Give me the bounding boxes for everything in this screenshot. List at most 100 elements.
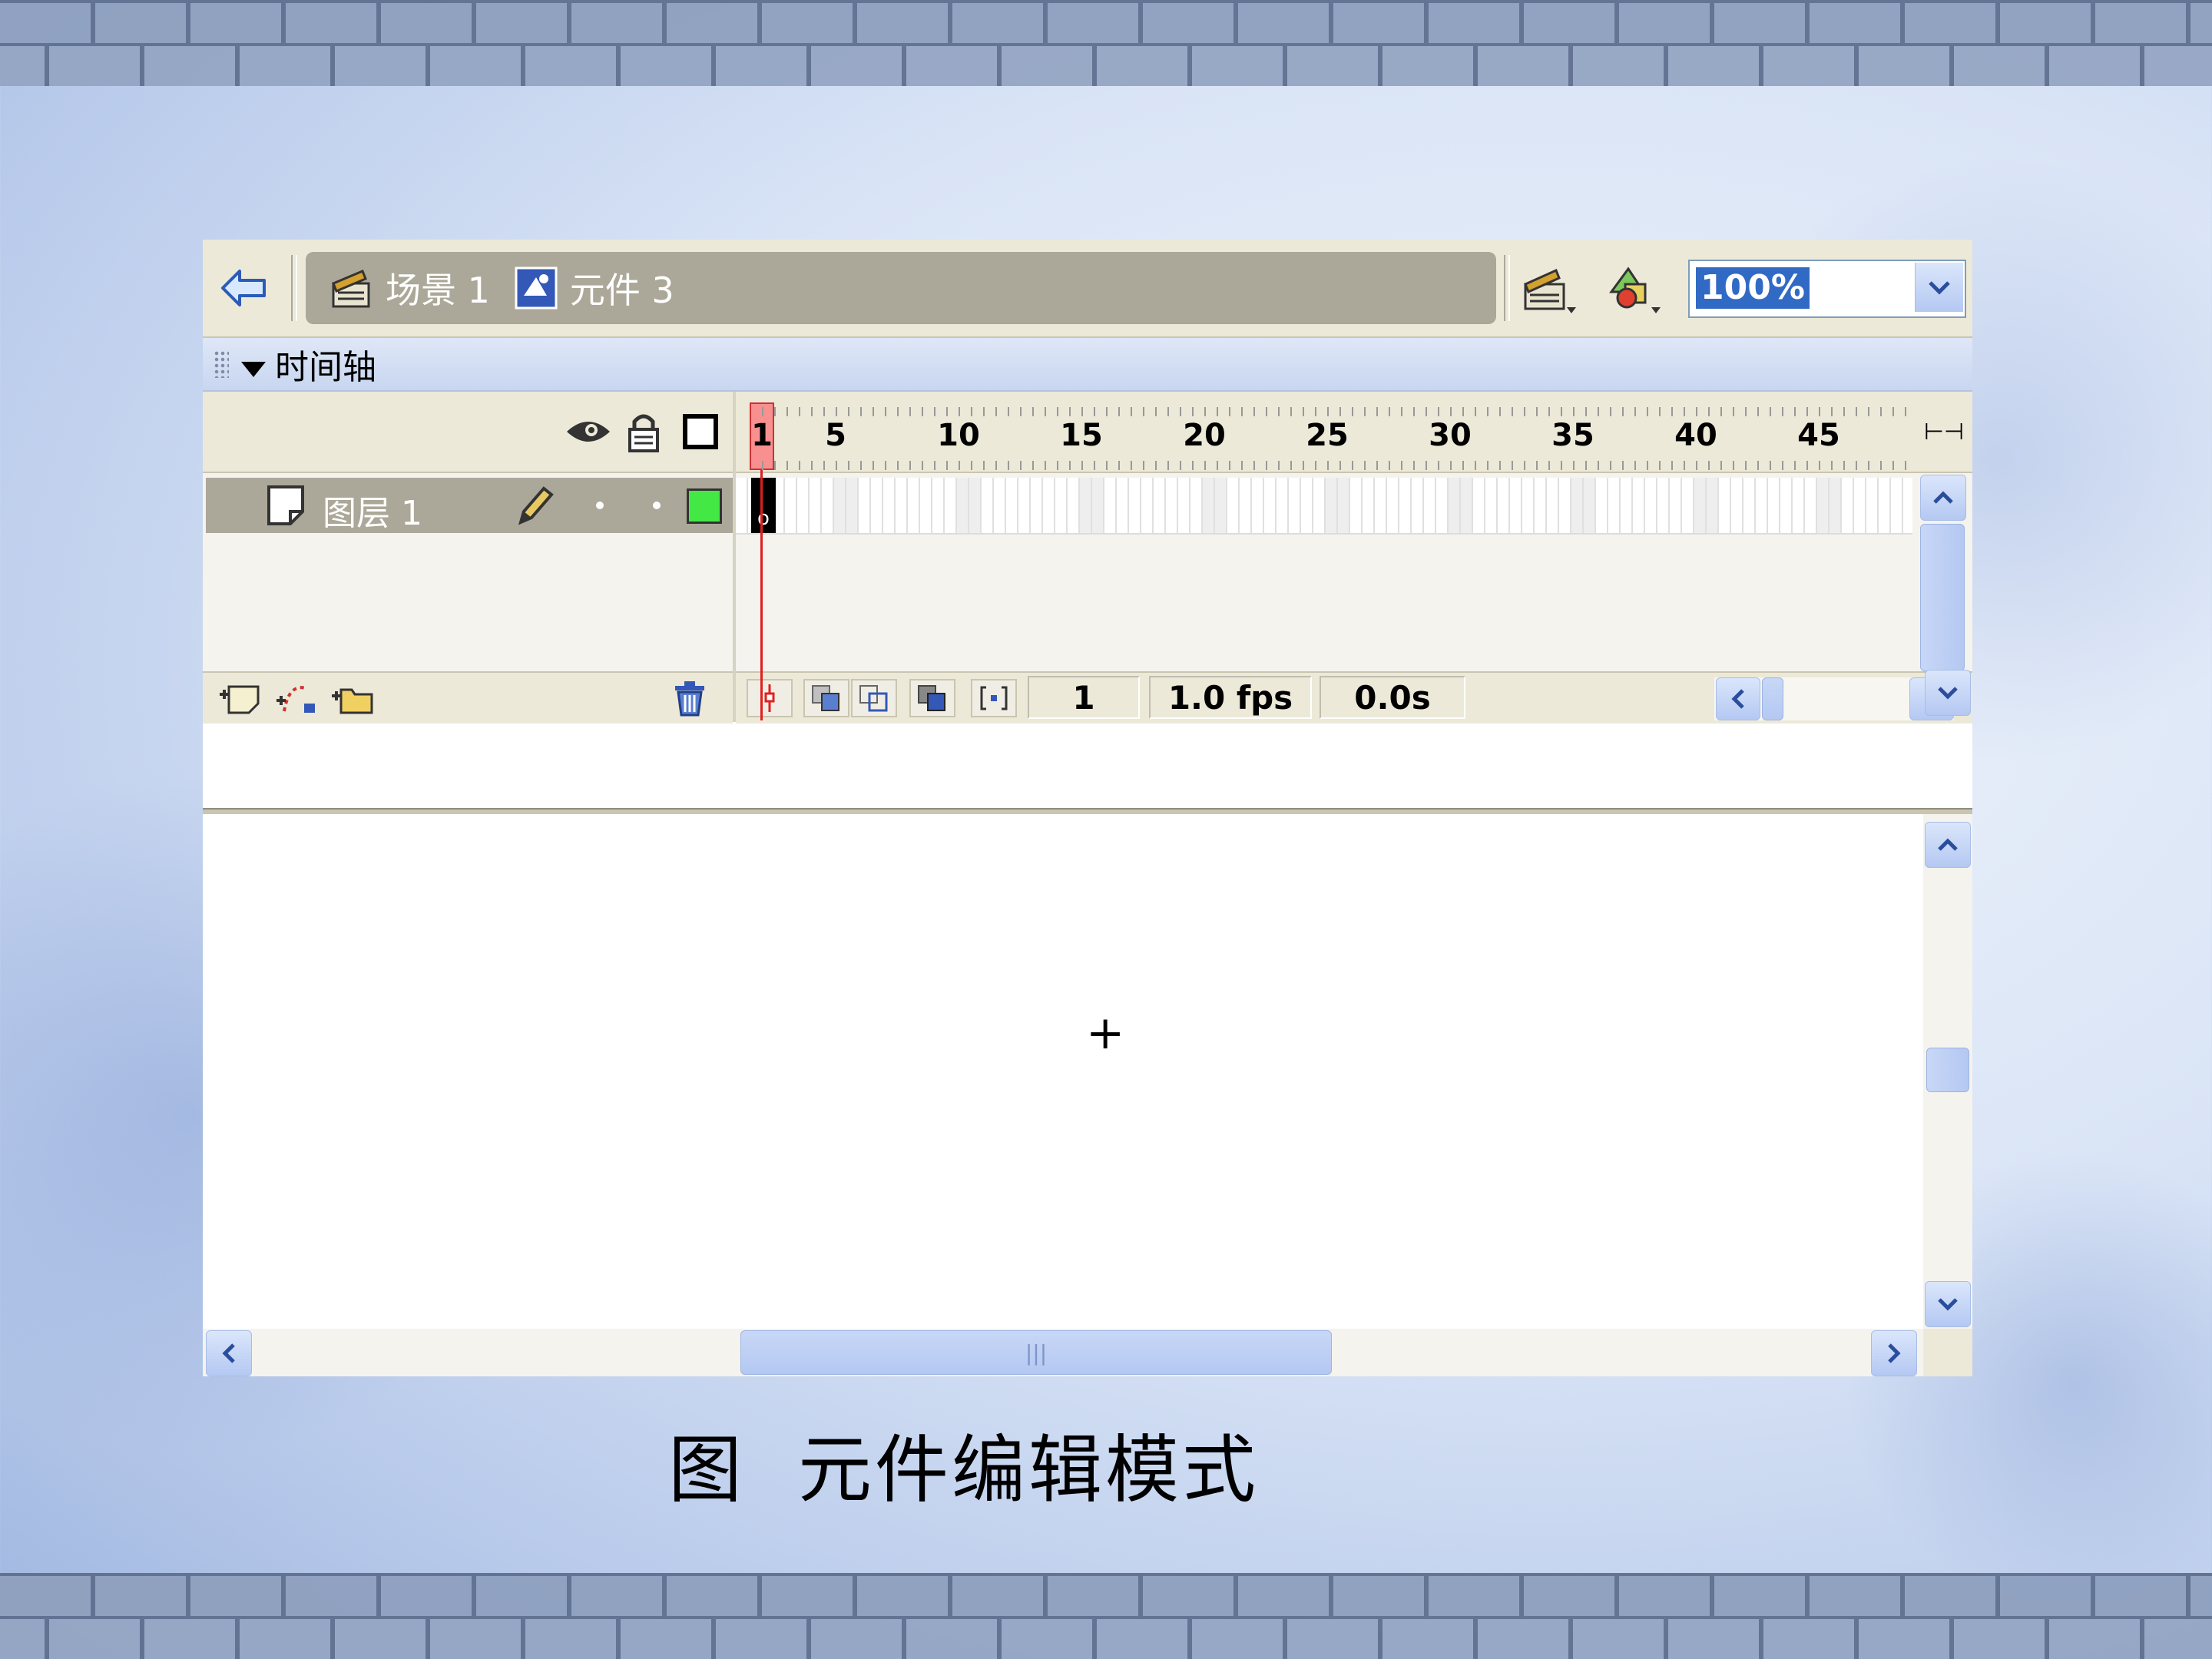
ruler-tick	[1708, 407, 1710, 416]
ruler-tick	[1733, 407, 1734, 416]
breadcrumb-symbol[interactable]: 元件 3	[513, 263, 674, 313]
add-motion-guide-icon[interactable]	[273, 679, 320, 717]
ruler-tick	[1253, 461, 1255, 470]
ruler-tick	[934, 407, 935, 416]
scroll-thumb[interactable]	[1926, 1048, 1969, 1092]
eye-icon[interactable]	[565, 409, 611, 455]
timeline-vertical-scrollbar[interactable]	[1919, 473, 1966, 671]
ruler-tick	[1536, 407, 1538, 416]
ruler-number: 20	[1183, 418, 1226, 453]
breadcrumb-scene[interactable]: 场景 1	[329, 263, 490, 313]
ruler-tick	[1167, 461, 1169, 470]
scroll-thumb[interactable]	[1920, 524, 1965, 671]
lock-icon[interactable]	[621, 409, 667, 455]
ruler-tick	[1708, 461, 1710, 470]
visibility-dot[interactable]	[596, 502, 604, 509]
ruler-tick	[1462, 407, 1464, 416]
edit-bar: 场景 1 元件 3 100%	[203, 240, 1972, 338]
ruler-tick	[1376, 461, 1378, 470]
edit-multiple-frames-button[interactable]	[909, 679, 955, 717]
ruler-tick	[1045, 461, 1046, 470]
timeline-header[interactable]: 时间轴	[203, 338, 1972, 392]
ruler-tick	[1819, 407, 1820, 416]
timeline-horizontal-scrollbar[interactable]	[1714, 677, 1954, 720]
insert-folder-icon[interactable]	[329, 679, 375, 717]
ruler-tick	[1647, 407, 1648, 416]
scroll-left-button[interactable]	[206, 1330, 252, 1376]
ruler-tick	[1241, 407, 1243, 416]
ruler-tick	[995, 461, 997, 470]
frame-ruler[interactable]: 1 5 10 15 20 25 30 35 40 45	[736, 392, 1916, 473]
toolbar-separator	[291, 255, 297, 321]
ruler-tick	[922, 461, 923, 470]
ruler-tick	[1585, 461, 1587, 470]
keyframe[interactable]: o	[751, 478, 776, 533]
zoom-dropdown-button[interactable]	[1915, 263, 1963, 312]
ruler-tick	[946, 461, 948, 470]
center-frame-button[interactable]	[747, 679, 793, 717]
ruler-tick	[897, 407, 899, 416]
onion-skin-button[interactable]	[803, 679, 849, 717]
ruler-tick	[1204, 407, 1206, 416]
lock-dot[interactable]	[653, 502, 661, 509]
layer-footer	[203, 671, 733, 724]
ruler-tick	[1782, 407, 1783, 416]
layer-frames-row[interactable]	[736, 478, 1912, 535]
layer-outline-color[interactable]	[687, 488, 722, 524]
scroll-down-button[interactable]	[1925, 1281, 1971, 1327]
ruler-tick	[971, 407, 972, 416]
outline-icon[interactable]	[677, 409, 724, 455]
ruler-tick	[1573, 461, 1575, 470]
ruler-tick	[1610, 407, 1611, 416]
ruler-tick	[1364, 407, 1366, 416]
ruler-tick	[1376, 407, 1378, 416]
ruler-tick	[1278, 461, 1280, 470]
stage[interactable]: +	[203, 814, 1923, 1329]
timeline-title[interactable]: 时间轴	[241, 339, 376, 389]
scrollbar-corner	[1923, 1329, 1972, 1376]
scroll-thumb[interactable]: |||	[740, 1330, 1332, 1375]
trash-icon[interactable]	[667, 679, 713, 717]
frame-view-menu-icon[interactable]: ⊢⊣	[1916, 392, 1972, 473]
ruler-tick	[1069, 461, 1071, 470]
ruler-tick	[1745, 407, 1747, 416]
flash-editor-window: 场景 1 元件 3 100% 时间轴 图层 1 1 5 10 15 20 25 …	[203, 240, 1972, 1376]
edit-scene-button[interactable]	[1519, 260, 1581, 318]
ruler-tick	[1892, 461, 1894, 470]
ruler-tick	[1303, 407, 1304, 416]
ruler-tick	[1118, 407, 1120, 416]
ruler-tick	[1634, 461, 1636, 470]
scroll-thumb[interactable]	[1762, 677, 1783, 720]
ruler-tick	[1598, 407, 1599, 416]
layer-name[interactable]: 图层 1	[323, 485, 422, 535]
zoom-value[interactable]: 100%	[1696, 267, 1810, 309]
zoom-select[interactable]: 100%	[1688, 260, 1966, 318]
layer-row[interactable]: 图层 1	[206, 478, 733, 533]
scroll-up-button[interactable]	[1920, 475, 1966, 521]
frame-rate-readout[interactable]: 1.0 fps	[1149, 676, 1312, 719]
scroll-right-button[interactable]	[1871, 1330, 1917, 1376]
ruler-tick	[873, 407, 874, 416]
breadcrumb: 场景 1 元件 3	[306, 252, 1496, 324]
modify-onion-markers-button[interactable]	[971, 679, 1017, 717]
clapper-icon	[1524, 268, 1576, 313]
stage-horizontal-scrollbar[interactable]: |||	[203, 1329, 1923, 1376]
panel-grip-icon[interactable]	[214, 350, 229, 378]
ruler-number: 5	[825, 418, 846, 453]
ruler-tick	[1892, 407, 1894, 416]
ruler-tick	[1548, 407, 1550, 416]
ruler-tick	[1524, 407, 1525, 416]
ruler-tick	[1831, 407, 1833, 416]
scroll-up-button[interactable]	[1925, 822, 1971, 868]
ruler-tick	[1057, 407, 1058, 416]
stage-vertical-scrollbar[interactable]	[1923, 814, 1972, 1329]
ruler-tick	[1561, 407, 1562, 416]
scroll-down-button[interactable]	[1925, 670, 1971, 716]
ruler-tick	[1008, 461, 1009, 470]
edit-symbols-button[interactable]	[1604, 260, 1665, 318]
insert-layer-icon[interactable]	[217, 679, 263, 717]
scroll-left-button[interactable]	[1716, 677, 1760, 720]
back-button[interactable]	[217, 261, 270, 315]
ruler-tick	[909, 407, 911, 416]
onion-skin-outlines-button[interactable]	[851, 679, 897, 717]
